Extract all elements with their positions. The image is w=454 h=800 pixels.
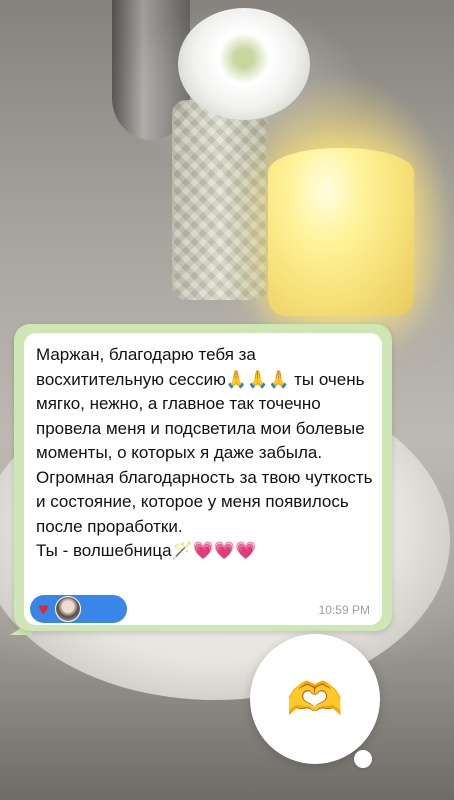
message-timestamp: 10:59 PM	[318, 603, 370, 617]
heart-icon: ♥	[38, 599, 49, 619]
sticker-tail	[354, 750, 372, 768]
message-bubble[interactable]: Маржан, благодарю тебя за восхитительную…	[14, 324, 392, 631]
reaction-pill[interactable]: ♥	[30, 595, 127, 623]
reaction-sticker[interactable]: 🫶	[250, 634, 380, 764]
white-flower	[178, 8, 310, 120]
candle	[268, 148, 414, 316]
heart-hands-icon: 🫶	[286, 673, 344, 725]
message-card: Маржан, благодарю тебя за восхитительную…	[24, 333, 382, 625]
glass-vase	[172, 100, 268, 300]
message-text: Маржан, благодарю тебя за восхитительную…	[36, 345, 373, 560]
avatar	[54, 596, 81, 622]
